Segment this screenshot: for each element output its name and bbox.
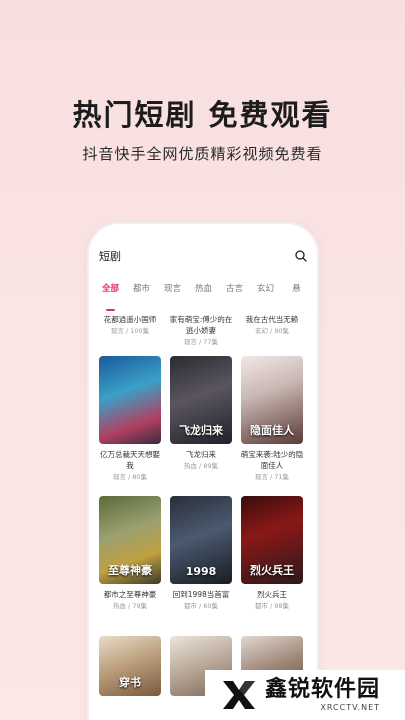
drama-grid: 花都逍遥小国师 现言 / 100集 家有萌宝:傅少的在逃小娇妻 现言 / 77集… — [97, 314, 311, 696]
drama-card[interactable]: 飞龙归来 飞龙归来 热血 / 89集 — [168, 356, 234, 496]
drama-meta: 现言 / 71集 — [254, 473, 290, 481]
drama-meta: 现言 / 80集 — [112, 473, 148, 481]
drama-meta: 热血 / 79集 — [112, 602, 148, 610]
drama-card[interactable]: 1998 回到1998当首富 都市 / 60集 — [168, 496, 234, 636]
search-icon[interactable] — [295, 250, 307, 262]
hero-subtitle: 抖音快手全网优质精彩视频免费看 — [82, 145, 323, 163]
poster-text: 1998 — [185, 565, 217, 578]
drama-card[interactable]: 我在古代当无赖 玄幻 / 90集 — [239, 314, 305, 348]
drama-poster[interactable] — [99, 356, 161, 444]
tab-action[interactable]: 热血 — [188, 282, 219, 306]
drama-meta: 玄幻 / 90集 — [254, 327, 290, 335]
drama-meta: 现言 / 77集 — [183, 338, 219, 346]
drama-title: 萌宝来袭:陆少的隐面佳人 — [240, 450, 304, 470]
poster-text: 穿书 — [119, 676, 141, 689]
watermark-logo-icon — [219, 675, 259, 715]
drama-title: 回到1998当首富 — [172, 590, 230, 599]
poster-text: 飞龙归来 — [179, 424, 223, 437]
category-tabs: 全部 都市 现言 热血 古言 玄幻 悬 — [95, 282, 317, 311]
tab-urban[interactable]: 都市 — [126, 282, 157, 306]
drama-poster[interactable]: 烈火兵王 — [241, 496, 303, 584]
poster-text: 烈火兵王 — [250, 564, 294, 577]
tab-suspense[interactable]: 悬 — [281, 282, 312, 306]
watermark-name: 鑫锐软件园 — [265, 677, 381, 702]
poster-text: 至尊神豪 — [108, 564, 152, 577]
drama-poster[interactable]: 1998 — [170, 496, 232, 584]
drama-title: 亿万总裁天天想娶我 — [100, 450, 160, 470]
drama-title: 烈火兵王 — [257, 590, 287, 599]
drama-card[interactable]: 隐面佳人 萌宝来袭:陆少的隐面佳人 现言 / 71集 — [239, 356, 305, 496]
drama-poster[interactable]: 至尊神豪 — [99, 496, 161, 584]
drama-card[interactable]: 至尊神豪 都市之至尊神豪 热血 / 79集 — [97, 496, 163, 636]
drama-card[interactable]: 烈火兵王 烈火兵王 都市 / 98集 — [239, 496, 305, 636]
tab-fantasy[interactable]: 玄幻 — [250, 282, 281, 306]
watermark-url: XRCCTV.NET — [320, 703, 381, 712]
drama-meta: 现言 / 100集 — [110, 327, 150, 335]
drama-title: 家有萌宝:傅少的在逃小娇妻 — [169, 315, 233, 335]
site-watermark: 鑫锐软件园 XRCCTV.NET — [205, 670, 405, 720]
drama-title: 都市之至尊神豪 — [103, 590, 157, 599]
drama-title: 花都逍遥小国师 — [103, 315, 157, 324]
drama-card[interactable]: 花都逍遥小国师 现言 / 100集 — [97, 314, 163, 348]
search-title: 短剧 — [99, 250, 121, 263]
tab-modern-romance[interactable]: 现言 — [157, 282, 188, 306]
drama-poster[interactable]: 穿书 — [99, 636, 161, 696]
poster-text: 隐面佳人 — [250, 424, 294, 437]
drama-title: 飞龙归来 — [186, 450, 216, 459]
tab-ancient-romance[interactable]: 古言 — [219, 282, 250, 306]
drama-title: 我在古代当无赖 — [245, 315, 299, 324]
phone-mockup: 短剧 全部 都市 现言 热血 古言 玄幻 悬 花都逍遥小国师 现言 / 100集… — [89, 224, 317, 720]
hero-title: 热门短剧 免费观看 — [72, 98, 333, 132]
tab-all[interactable]: 全部 — [95, 282, 126, 311]
drama-card[interactable]: 家有萌宝:傅少的在逃小娇妻 现言 / 77集 — [168, 314, 234, 348]
drama-meta: 热血 / 89集 — [183, 462, 219, 470]
drama-card[interactable]: 亿万总裁天天想娶我 现言 / 80集 — [97, 356, 163, 496]
search-bar[interactable]: 短剧 — [99, 246, 307, 266]
drama-card[interactable]: 穿书 — [97, 636, 163, 696]
drama-meta: 都市 / 60集 — [183, 602, 219, 610]
drama-poster[interactable]: 飞龙归来 — [170, 356, 232, 444]
drama-meta: 都市 / 98集 — [254, 602, 290, 610]
drama-poster[interactable]: 隐面佳人 — [241, 356, 303, 444]
